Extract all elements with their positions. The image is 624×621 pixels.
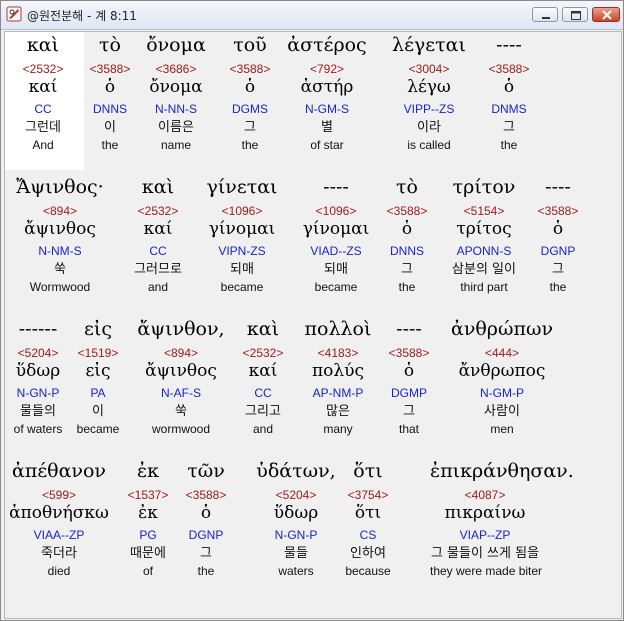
parsing-code: N-GM-P [480,386,524,400]
strong-number: <792> [309,62,345,76]
korean-gloss: 인하여 [350,546,386,561]
greek-word: ---- [545,176,571,198]
close-icon [602,10,612,20]
english-gloss: because [345,564,391,578]
strong-number: <894> [42,204,78,218]
strong-number: <4087> [464,488,506,502]
parsing-code: DNMS [491,102,527,116]
english-gloss: the [500,138,518,152]
greek-word: ἀνθρώπων [450,318,553,340]
maximize-button[interactable] [562,7,588,22]
korean-gloss: 별 [321,120,333,135]
close-button[interactable] [592,7,620,22]
lemma: πικραίνω [444,503,526,523]
korean-gloss: 그 [552,262,564,277]
minimize-icon [542,17,550,19]
greek-word: Ἄψινθος· [16,176,104,198]
parsing-code: DGNP [540,244,576,258]
minimize-button[interactable] [532,7,558,22]
title-bar[interactable]: @원전분해 - 계 8:11 [1,1,623,30]
verse-analysis-panel[interactable]: καὶ <2532> καί CC 그런데 And τὸ <3588> ὁ DNNS 이 the ὄνο… [4,31,622,619]
greek-word: ἐπικράνθησαν. [430,460,574,482]
greek-word: ---- [496,34,522,56]
parsing-code: N-NM-S [38,244,82,258]
greek-word: ἀστέρος [287,34,367,56]
parsing-code: CS [359,528,377,542]
lemma: ὁ [552,219,564,239]
maximize-icon [571,11,581,20]
english-gloss: Wormwood [29,280,91,294]
english-gloss: of star [310,138,344,152]
lemma: ἄνθρωπος [458,361,546,381]
korean-gloss: 그 물들이 쓰게 됨을 [430,546,540,561]
lemma: ἄψινθος [24,219,96,239]
strong-number: <3588> [537,204,579,218]
parsing-code: VIAP--ZP [459,528,511,542]
greek-word: ὅτι [353,460,383,482]
strong-number: <3588> [488,62,530,76]
strong-number: <444> [484,346,520,360]
window-title: @원전분해 - 계 8:11 [27,9,137,23]
app-window: @원전분해 - 계 8:11 καὶ <2532> καί CC 그런데 And τὸ <35… [0,0,624,621]
korean-gloss: 그 [503,120,515,135]
lemma: ὁ [503,77,515,97]
english-gloss: the [549,280,567,294]
lemma: ὅτι [354,503,382,523]
lemma: ἀστήρ [300,77,354,97]
english-gloss: they were made biter [430,564,543,578]
english-gloss: men [490,422,514,436]
parsing-code: N-GM-S [305,102,349,116]
strong-number: <3754> [347,488,389,502]
app-logo-icon[interactable] [6,6,22,22]
korean-gloss: 쑥 [54,262,66,277]
korean-gloss: 사람이 [484,404,520,419]
